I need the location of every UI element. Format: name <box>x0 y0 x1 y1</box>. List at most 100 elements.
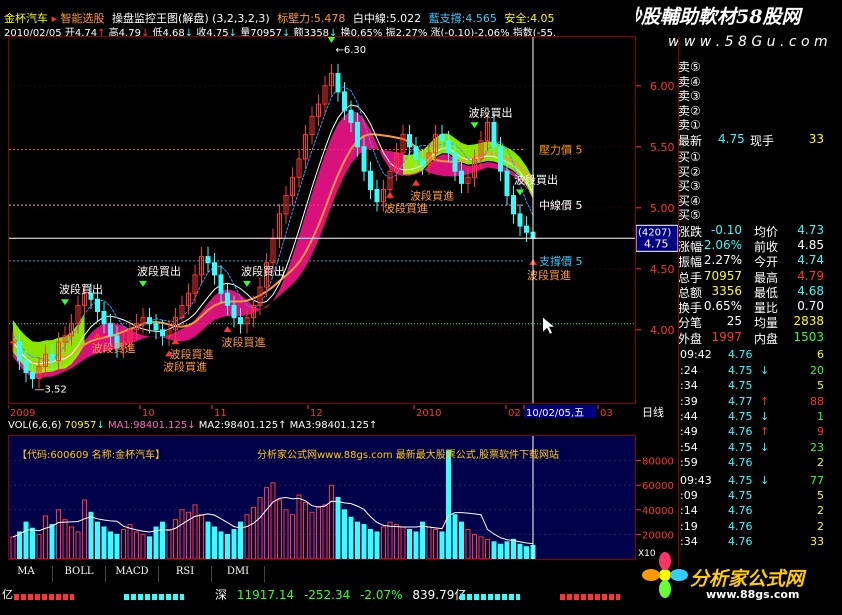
tick-price: 4.75 <box>728 473 753 487</box>
candle-body <box>504 170 510 197</box>
volume-bar <box>17 531 22 560</box>
tick-time: :39 <box>680 394 698 408</box>
level-label: 支撐價 5 <box>539 254 583 268</box>
volume-ma3: MA3:98401.125 <box>289 420 369 431</box>
tab-rsi[interactable]: RSI <box>159 566 212 582</box>
tab-dmi[interactable]: DMI <box>212 566 265 582</box>
volume-bar <box>459 521 464 560</box>
volume-bar <box>49 524 55 560</box>
ask-row[interactable]: 卖⑤ <box>678 58 828 74</box>
sell-signal-icon <box>61 299 69 306</box>
sell-signal-icon <box>470 122 479 129</box>
index-amount: 839.79亿 <box>412 588 467 602</box>
stat-value: 4.68 <box>797 283 824 298</box>
ask-row[interactable]: 卖③ <box>678 87 828 103</box>
tick-arrow: ↓ <box>760 410 770 423</box>
bid-row[interactable]: 买② <box>678 163 828 179</box>
volume-bar <box>348 516 354 560</box>
volume-bar <box>23 521 29 560</box>
volume-bar <box>439 531 445 560</box>
buy-signal-icon <box>412 179 420 186</box>
tick-price: 4.75 <box>728 363 753 377</box>
volume-bar <box>387 521 393 560</box>
indicator-tabs: MA BOLL MACD RSI DMI <box>0 566 320 582</box>
tick-volume: 2 <box>817 456 824 470</box>
stat-value: 4.74 <box>797 253 824 268</box>
volume-bar <box>127 524 133 560</box>
stat-row: 涨跌 -0.10 均价 4.73 <box>678 223 828 239</box>
ask-row[interactable]: 卖④ <box>678 73 828 89</box>
down-breadth-bar <box>124 594 184 600</box>
volume-bar <box>36 533 42 560</box>
ask-row[interactable]: 卖② <box>678 102 828 118</box>
candle-body <box>231 304 237 319</box>
signal-label: 波段買出 <box>241 264 285 278</box>
info-bar: 金杯汽车 ▸ 智能选股 操盘监控王图(解盘) (3,2,3,2,3) 标壁力:5… <box>0 0 636 39</box>
volume-bar <box>361 524 367 560</box>
volume-ma1: MA1:98401.125 <box>107 420 188 431</box>
candle-body <box>368 170 373 190</box>
tick-price: 4.76 <box>728 348 753 362</box>
candle-body <box>420 158 425 166</box>
candle-body <box>218 274 224 294</box>
bid-row[interactable]: 买③ <box>678 177 828 193</box>
tick-arrow: ↓ <box>760 363 770 377</box>
volume-ma2: MA2:98401.125 <box>198 420 279 431</box>
ad-line: 分析家公式网www.88gs.com 最新最大股票公式,股票软件下载网站 <box>257 450 559 461</box>
volume-bar <box>498 543 503 560</box>
tick-arrow: ↑ <box>760 425 770 439</box>
price-tick-label: 5.00 <box>650 202 675 215</box>
ask-row[interactable]: 卖① <box>678 116 828 132</box>
candle-body <box>10 341 16 344</box>
stat-value: 4.85 <box>797 238 824 253</box>
volume-bar <box>485 538 490 560</box>
price-chart[interactable]: 壓力價 5 中線價 5 支撐價 5 ←6.30 —3.52 波段買出 波段買進 波段買出 波段買… <box>8 20 636 404</box>
tick-price: 4.75 <box>728 489 753 502</box>
signal-label: 波段買進 <box>170 347 214 361</box>
volume-bar <box>160 521 165 560</box>
tab-macd[interactable]: MACD <box>106 566 159 582</box>
price-axis-svg: 6.005.505.004.504.00(4207)4.75 <box>635 80 679 337</box>
volume-bar <box>277 499 282 560</box>
candle-body <box>498 146 503 172</box>
bid-row[interactable]: 买④ <box>678 192 828 208</box>
volume-bar <box>446 450 451 560</box>
candle-body <box>413 146 419 160</box>
volume-bar <box>225 533 230 560</box>
up-breadth-bar <box>14 594 74 600</box>
tick-time: :34 <box>680 379 698 393</box>
bid-row[interactable]: 买⑤ <box>678 206 828 223</box>
tick-volume: 77 <box>810 473 824 487</box>
tick-price: 4.75 <box>728 410 753 423</box>
panel-divider <box>678 36 679 566</box>
index-quote[interactable]: 深 11917.14 -252.34 -2.07% 839.79亿 <box>215 586 466 603</box>
volume-bar <box>153 526 159 560</box>
candle-body <box>225 292 230 306</box>
candle-body <box>446 140 451 154</box>
outer-value: 1997 <box>711 330 742 345</box>
flower-logo-icon <box>642 552 688 598</box>
tick-price: 4.76 <box>728 425 753 439</box>
stat-value: 0.70 <box>797 299 824 313</box>
stat-value: 70957 <box>703 268 742 283</box>
candle-body <box>511 195 516 215</box>
candle-body <box>361 146 367 172</box>
latest-row: 最新 4.75 现手 33 <box>678 132 828 148</box>
volume-chart[interactable]: 【代码:600609 名称:金杯汽车】 分析家公式网www.88gs.com 最… <box>8 435 636 560</box>
logo: 分析家公式网 www.88gs.com <box>640 550 840 601</box>
candle-body <box>335 73 341 93</box>
candle-body <box>524 225 529 233</box>
sell-signal-icon <box>243 280 251 287</box>
tab-boll[interactable]: BOLL <box>53 566 106 582</box>
tab-ma[interactable]: MA <box>0 566 53 582</box>
tick-volume: 9 <box>817 425 824 439</box>
tick-volume: 1 <box>817 410 824 423</box>
volume-bar <box>407 528 412 560</box>
volume-bar <box>95 521 100 560</box>
stat-value: 4.73 <box>797 223 824 237</box>
bid-label: 买⑤ <box>678 208 701 223</box>
volume-bar <box>491 541 497 560</box>
bid-row[interactable]: 买① <box>678 148 828 164</box>
volume-bar <box>290 514 295 560</box>
volume-bar <box>335 497 341 560</box>
